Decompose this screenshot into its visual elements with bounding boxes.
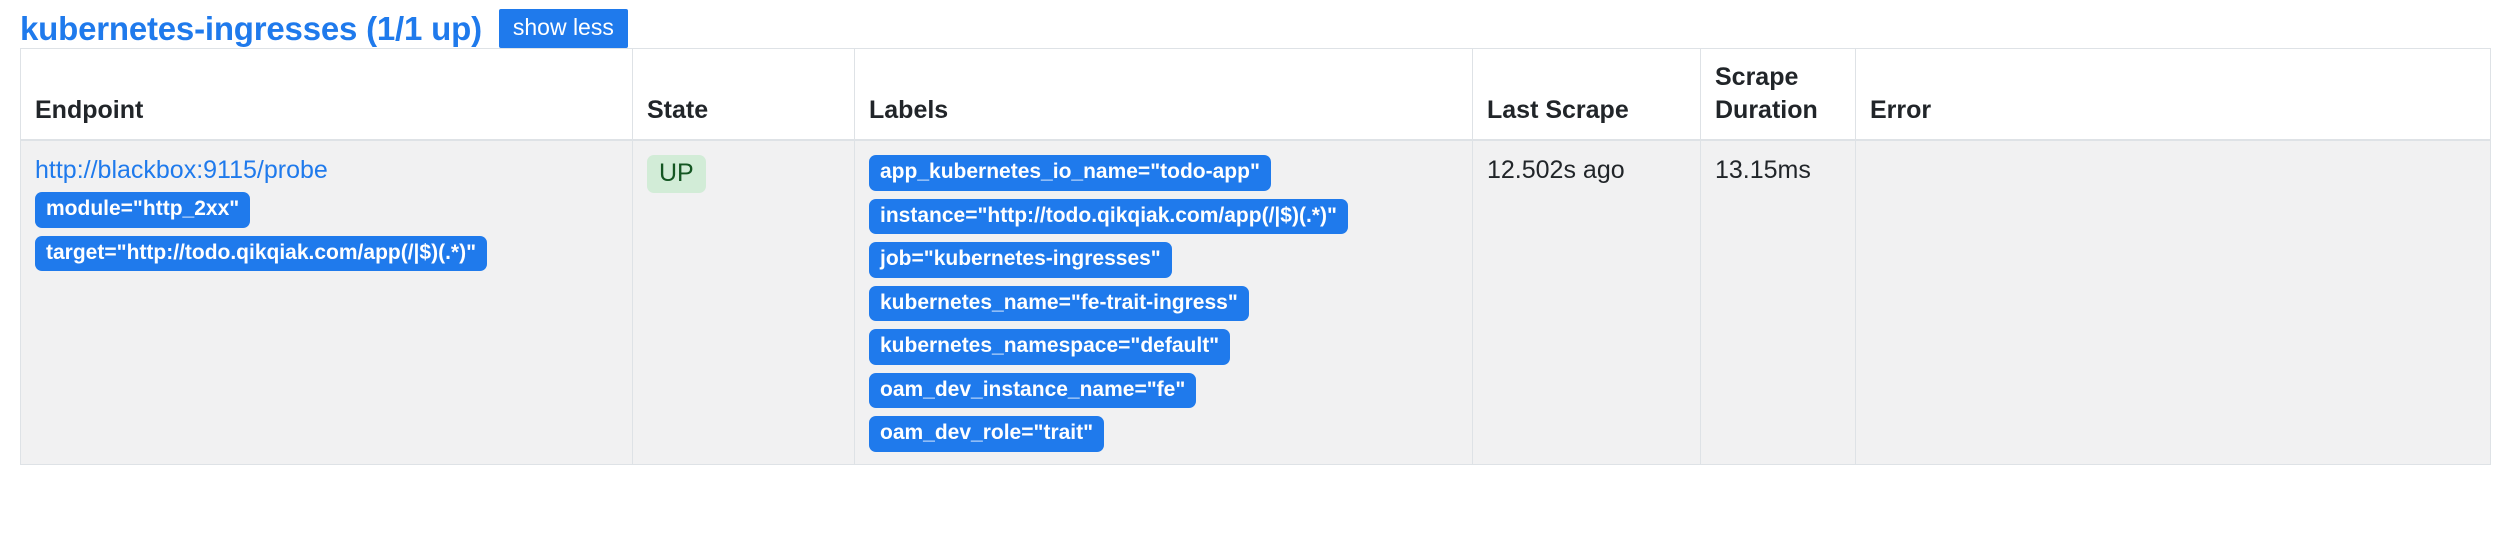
endpoint-param-badge[interactable]: target="http://todo.qikqiak.com/app(/|$)… bbox=[35, 236, 487, 272]
table-row: http://blackbox:9115/probe module="http_… bbox=[21, 140, 2491, 464]
cell-scrape-duration: 13.15ms bbox=[1701, 140, 1856, 464]
endpoint-link[interactable]: http://blackbox:9115/probe bbox=[35, 155, 618, 186]
scrape-duration-value: 13.15ms bbox=[1715, 156, 1811, 184]
label-badge[interactable]: kubernetes_namespace="default" bbox=[869, 329, 1230, 365]
cell-state: UP bbox=[633, 140, 855, 464]
column-header-error: Error bbox=[1856, 49, 2491, 141]
label-badge[interactable]: job="kubernetes-ingresses" bbox=[869, 242, 1172, 278]
status-badge: UP bbox=[647, 155, 706, 193]
cell-labels: app_kubernetes_io_name="todo-app" instan… bbox=[855, 140, 1473, 464]
label-badge[interactable]: oam_dev_role="trait" bbox=[869, 416, 1104, 452]
targets-page: kubernetes-ingresses (1/1 up) show less … bbox=[0, 0, 2510, 558]
cell-error bbox=[1856, 140, 2491, 464]
label-badge-list: app_kubernetes_io_name="todo-app" instan… bbox=[869, 155, 1458, 452]
show-less-button[interactable]: show less bbox=[499, 9, 628, 48]
label-badge[interactable]: instance="http://todo.qikqiak.com/app(/|… bbox=[869, 199, 1348, 235]
cell-last-scrape: 12.502s ago bbox=[1473, 140, 1701, 464]
targets-table: Endpoint State Labels Last Scrape Scrape… bbox=[20, 48, 2491, 465]
cell-endpoint: http://blackbox:9115/probe module="http_… bbox=[21, 140, 633, 464]
label-badge[interactable]: app_kubernetes_io_name="todo-app" bbox=[869, 155, 1271, 191]
column-header-scrape-duration: Scrape Duration bbox=[1701, 49, 1856, 141]
label-badge[interactable]: kubernetes_name="fe-trait-ingress" bbox=[869, 286, 1249, 322]
job-header: kubernetes-ingresses (1/1 up) show less bbox=[0, 0, 2510, 48]
table-body: http://blackbox:9115/probe module="http_… bbox=[21, 140, 2491, 464]
column-header-endpoint: Endpoint bbox=[21, 49, 633, 141]
page-title: kubernetes-ingresses (1/1 up) bbox=[20, 12, 482, 45]
column-header-state: State bbox=[633, 49, 855, 141]
label-badge[interactable]: oam_dev_instance_name="fe" bbox=[869, 373, 1196, 409]
column-header-last-scrape: Last Scrape bbox=[1473, 49, 1701, 141]
targets-table-wrapper: Endpoint State Labels Last Scrape Scrape… bbox=[0, 48, 2510, 465]
endpoint-param-badge[interactable]: module="http_2xx" bbox=[35, 192, 250, 228]
table-header-row: Endpoint State Labels Last Scrape Scrape… bbox=[21, 49, 2491, 141]
column-header-labels: Labels bbox=[855, 49, 1473, 141]
endpoint-param-badges: module="http_2xx" target="http://todo.qi… bbox=[35, 192, 618, 271]
last-scrape-value: 12.502s ago bbox=[1487, 156, 1625, 184]
table-head: Endpoint State Labels Last Scrape Scrape… bbox=[21, 49, 2491, 141]
